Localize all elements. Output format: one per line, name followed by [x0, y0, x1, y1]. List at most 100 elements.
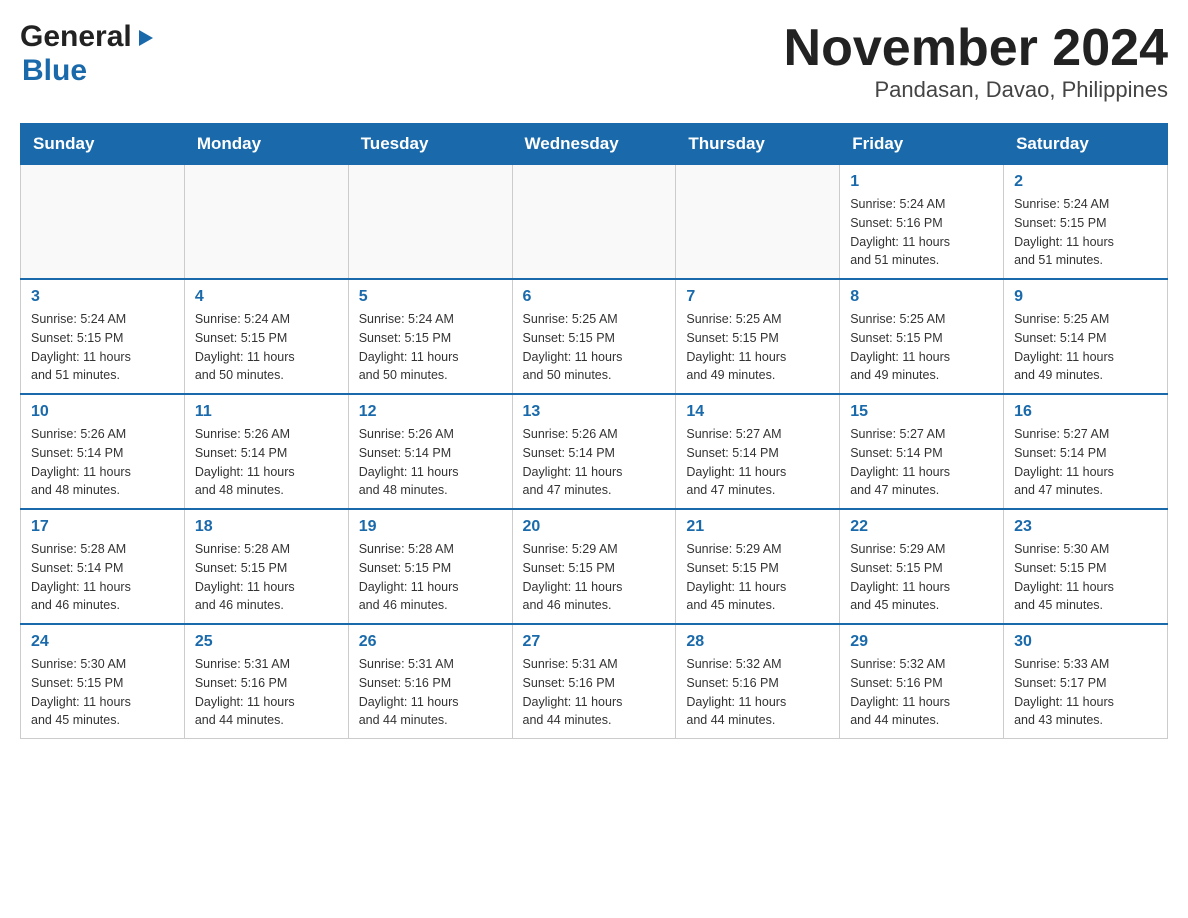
calendar-day-cell: 15 Sunrise: 5:27 AMSunset: 5:14 PMDayligh…	[840, 394, 1004, 509]
day-number: 23	[1014, 518, 1157, 536]
day-number: 1	[850, 173, 993, 191]
day-info: Sunrise: 5:29 AMSunset: 5:15 PMDaylight:…	[686, 540, 829, 615]
day-info: Sunrise: 5:30 AMSunset: 5:15 PMDaylight:…	[1014, 540, 1157, 615]
day-number: 5	[359, 288, 502, 306]
calendar-day-cell: 3 Sunrise: 5:24 AMSunset: 5:15 PMDaylight…	[21, 279, 185, 394]
day-number: 24	[31, 633, 174, 651]
day-number: 7	[686, 288, 829, 306]
calendar-day-cell: 12Sunrise: 5:26 AMSunset: 5:14 PMDayligh…	[348, 394, 512, 509]
calendar-week-row: 17 Sunrise: 5:28 AMSunset: 5:14 PMDayligh…	[21, 509, 1168, 624]
day-info: Sunrise: 5:25 AMSunset: 5:15 PMDaylight:…	[523, 310, 666, 385]
day-number: 21	[686, 518, 829, 536]
day-info: Sunrise: 5:31 AMSunset: 5:16 PMDaylight:…	[195, 655, 338, 730]
day-number: 2	[1014, 173, 1157, 191]
calendar-day-cell: 28 Sunrise: 5:32 AMSunset: 5:16 PMDayligh…	[676, 624, 840, 739]
calendar-header-row: SundayMondayTuesdayWednesdayThursdayFrid…	[21, 124, 1168, 165]
calendar-day-cell: 25 Sunrise: 5:31 AMSunset: 5:16 PMDayligh…	[184, 624, 348, 739]
day-info: Sunrise: 5:26 AMSunset: 5:14 PMDaylight:…	[359, 425, 502, 500]
calendar-day-cell	[21, 165, 185, 280]
day-info: Sunrise: 5:24 AMSunset: 5:15 PMDaylight:…	[195, 310, 338, 385]
day-info: Sunrise: 5:28 AMSunset: 5:15 PMDaylight:…	[359, 540, 502, 615]
day-number: 14	[686, 403, 829, 421]
day-number: 28	[686, 633, 829, 651]
day-info: Sunrise: 5:29 AMSunset: 5:15 PMDaylight:…	[523, 540, 666, 615]
day-number: 13	[523, 403, 666, 421]
page-title: November 2024	[784, 20, 1168, 77]
calendar-day-cell: 19 Sunrise: 5:28 AMSunset: 5:15 PMDayligh…	[348, 509, 512, 624]
calendar-table: SundayMondayTuesdayWednesdayThursdayFrid…	[20, 123, 1168, 739]
calendar-day-cell: 10 Sunrise: 5:26 AMSunset: 5:14 PMDayligh…	[21, 394, 185, 509]
calendar-week-row: 3 Sunrise: 5:24 AMSunset: 5:15 PMDaylight…	[21, 279, 1168, 394]
weekday-header-friday: Friday	[840, 124, 1004, 165]
day-number: 19	[359, 518, 502, 536]
day-number: 4	[195, 288, 338, 306]
day-info: Sunrise: 5:24 AMSunset: 5:15 PMDaylight:…	[1014, 195, 1157, 270]
day-number: 11	[195, 403, 338, 421]
calendar-week-row: 24Sunrise: 5:30 AMSunset: 5:15 PMDayligh…	[21, 624, 1168, 739]
calendar-day-cell: 26 Sunrise: 5:31 AMSunset: 5:16 PMDayligh…	[348, 624, 512, 739]
calendar-day-cell: 8 Sunrise: 5:25 AMSunset: 5:15 PMDaylight…	[840, 279, 1004, 394]
calendar-day-cell: 24Sunrise: 5:30 AMSunset: 5:15 PMDayligh…	[21, 624, 185, 739]
day-number: 29	[850, 633, 993, 651]
calendar-day-cell	[348, 165, 512, 280]
day-info: Sunrise: 5:29 AMSunset: 5:15 PMDaylight:…	[850, 540, 993, 615]
day-info: Sunrise: 5:26 AMSunset: 5:14 PMDaylight:…	[523, 425, 666, 500]
calendar-day-cell: 27Sunrise: 5:31 AMSunset: 5:16 PMDayligh…	[512, 624, 676, 739]
logo-triangle-icon	[135, 28, 153, 51]
day-info: Sunrise: 5:31 AMSunset: 5:16 PMDaylight:…	[359, 655, 502, 730]
calendar-day-cell: 21 Sunrise: 5:29 AMSunset: 5:15 PMDayligh…	[676, 509, 840, 624]
day-info: Sunrise: 5:26 AMSunset: 5:14 PMDaylight:…	[31, 425, 174, 500]
calendar-week-row: 10 Sunrise: 5:26 AMSunset: 5:14 PMDayligh…	[21, 394, 1168, 509]
day-number: 15	[850, 403, 993, 421]
calendar-day-cell: 13 Sunrise: 5:26 AMSunset: 5:14 PMDayligh…	[512, 394, 676, 509]
day-info: Sunrise: 5:28 AMSunset: 5:14 PMDaylight:…	[31, 540, 174, 615]
day-number: 6	[523, 288, 666, 306]
calendar-day-cell: 16Sunrise: 5:27 AMSunset: 5:14 PMDayligh…	[1004, 394, 1168, 509]
logo-general-text: General	[20, 20, 132, 54]
weekday-header-tuesday: Tuesday	[348, 124, 512, 165]
calendar-day-cell: 6 Sunrise: 5:25 AMSunset: 5:15 PMDaylight…	[512, 279, 676, 394]
page-subtitle: Pandasan, Davao, Philippines	[784, 77, 1168, 103]
day-info: Sunrise: 5:28 AMSunset: 5:15 PMDaylight:…	[195, 540, 338, 615]
weekday-header-sunday: Sunday	[21, 124, 185, 165]
day-number: 10	[31, 403, 174, 421]
day-number: 9	[1014, 288, 1157, 306]
day-info: Sunrise: 5:27 AMSunset: 5:14 PMDaylight:…	[850, 425, 993, 500]
calendar-day-cell: 17 Sunrise: 5:28 AMSunset: 5:14 PMDayligh…	[21, 509, 185, 624]
day-info: Sunrise: 5:31 AMSunset: 5:16 PMDaylight:…	[523, 655, 666, 730]
day-number: 16	[1014, 403, 1157, 421]
day-number: 25	[195, 633, 338, 651]
calendar-day-cell: 18 Sunrise: 5:28 AMSunset: 5:15 PMDayligh…	[184, 509, 348, 624]
calendar-day-cell: 9 Sunrise: 5:25 AMSunset: 5:14 PMDaylight…	[1004, 279, 1168, 394]
day-info: Sunrise: 5:25 AMSunset: 5:15 PMDaylight:…	[850, 310, 993, 385]
day-info: Sunrise: 5:26 AMSunset: 5:14 PMDaylight:…	[195, 425, 338, 500]
calendar-day-cell	[676, 165, 840, 280]
day-number: 17	[31, 518, 174, 536]
day-info: Sunrise: 5:27 AMSunset: 5:14 PMDaylight:…	[686, 425, 829, 500]
day-number: 18	[195, 518, 338, 536]
calendar-day-cell: 11 Sunrise: 5:26 AMSunset: 5:14 PMDayligh…	[184, 394, 348, 509]
day-number: 3	[31, 288, 174, 306]
day-info: Sunrise: 5:33 AMSunset: 5:17 PMDaylight:…	[1014, 655, 1157, 730]
weekday-header-thursday: Thursday	[676, 124, 840, 165]
calendar-day-cell: 2 Sunrise: 5:24 AMSunset: 5:15 PMDaylight…	[1004, 165, 1168, 280]
logo-blue-text: Blue	[22, 54, 87, 87]
calendar-day-cell	[184, 165, 348, 280]
day-info: Sunrise: 5:32 AMSunset: 5:16 PMDaylight:…	[850, 655, 993, 730]
title-block: November 2024 Pandasan, Davao, Philippin…	[784, 20, 1168, 103]
calendar-day-cell	[512, 165, 676, 280]
day-info: Sunrise: 5:25 AMSunset: 5:14 PMDaylight:…	[1014, 310, 1157, 385]
calendar-day-cell: 7Sunrise: 5:25 AMSunset: 5:15 PMDaylight…	[676, 279, 840, 394]
day-number: 22	[850, 518, 993, 536]
day-info: Sunrise: 5:32 AMSunset: 5:16 PMDaylight:…	[686, 655, 829, 730]
day-number: 8	[850, 288, 993, 306]
calendar-day-cell: 29 Sunrise: 5:32 AMSunset: 5:16 PMDayligh…	[840, 624, 1004, 739]
calendar-day-cell: 5Sunrise: 5:24 AMSunset: 5:15 PMDaylight…	[348, 279, 512, 394]
page-header: General Blue November 2024 Pandasan, Dav…	[20, 20, 1168, 103]
calendar-day-cell: 14 Sunrise: 5:27 AMSunset: 5:14 PMDayligh…	[676, 394, 840, 509]
day-info: Sunrise: 5:24 AMSunset: 5:15 PMDaylight:…	[31, 310, 174, 385]
calendar-day-cell: 1Sunrise: 5:24 AMSunset: 5:16 PMDaylight…	[840, 165, 1004, 280]
day-number: 26	[359, 633, 502, 651]
calendar-day-cell: 30Sunrise: 5:33 AMSunset: 5:17 PMDayligh…	[1004, 624, 1168, 739]
weekday-header-monday: Monday	[184, 124, 348, 165]
